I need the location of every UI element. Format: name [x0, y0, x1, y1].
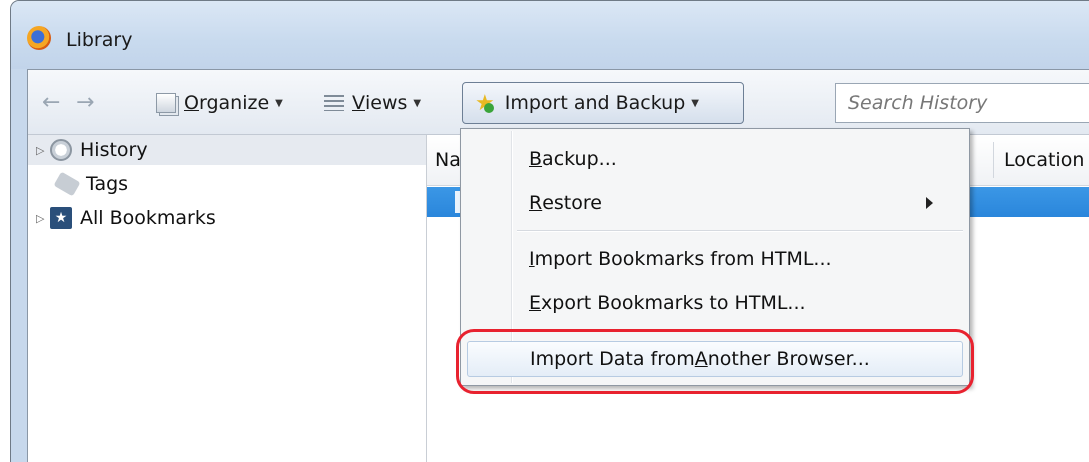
tree-item-label: Tags [86, 173, 129, 195]
import-browser-label: nother Browser... [707, 348, 870, 370]
menu-separator [517, 230, 963, 232]
submenu-arrow-icon [926, 197, 933, 209]
search-history-input[interactable]: Search History [835, 83, 1089, 123]
toolbar: ← → Organize ▼ Views ▼ ★ Import and Back… [28, 70, 1089, 135]
backup-accesskey: B [529, 148, 543, 170]
restore-label: estore [542, 192, 602, 214]
expand-arrow-icon[interactable]: ▷ [36, 144, 50, 157]
tag-icon [53, 171, 81, 197]
column-location[interactable]: Location [993, 142, 1084, 178]
organize-icon [156, 93, 176, 113]
clock-icon [50, 139, 72, 161]
import-html-label: mport Bookmarks from HTML... [534, 248, 832, 270]
organize-button[interactable]: Organize ▼ [156, 88, 283, 118]
import-star-icon: ★ [475, 90, 495, 116]
menu-item-import-html[interactable]: Import Bookmarks from HTML... [529, 241, 949, 277]
title-bar[interactable]: Library [11, 1, 1089, 69]
places-tree: ▷ History Tags ▷ ★ All Bookmarks [28, 135, 427, 462]
back-arrow-icon[interactable]: ← [42, 90, 60, 115]
views-accesskey: V [352, 92, 365, 114]
export-html-label: xport Bookmarks to HTML... [541, 292, 806, 314]
import-browser-label-pre: Import Data from [530, 348, 695, 370]
tree-item-label: All Bookmarks [80, 207, 216, 229]
forward-arrow-icon[interactable]: → [76, 90, 94, 115]
bookmark-star-icon: ★ [50, 207, 72, 229]
views-dropdown-icon: ▼ [413, 97, 422, 109]
expand-arrow-icon[interactable]: ▷ [36, 212, 50, 225]
views-label: iews [365, 92, 408, 114]
menu-item-export-html[interactable]: Export Bookmarks to HTML... [529, 285, 949, 321]
import-browser-accesskey: A [694, 348, 708, 370]
tree-item-history[interactable]: ▷ History [28, 135, 426, 165]
organize-accesskey: O [184, 92, 199, 114]
import-backup-label: mport and Backup [510, 92, 686, 114]
tree-item-label: History [80, 139, 148, 161]
restore-accesskey: R [529, 192, 543, 214]
backup-label: ackup... [542, 148, 617, 170]
firefox-logo-icon [27, 26, 51, 50]
menu-separator [517, 330, 963, 332]
window-title: Library [66, 29, 133, 51]
import-and-backup-button[interactable]: ★ Import and Backup ▼ [462, 82, 744, 124]
organize-dropdown-icon: ▼ [275, 97, 283, 109]
views-list-icon [324, 95, 344, 111]
menu-item-backup[interactable]: Backup... [529, 141, 949, 177]
import-backup-menu: Backup... Restore Import Bookmarks from … [460, 128, 970, 386]
views-button[interactable]: Views ▼ [324, 88, 421, 118]
menu-item-restore[interactable]: Restore [529, 185, 949, 221]
import-backup-dropdown-icon: ▼ [691, 97, 699, 109]
menu-item-import-other-browser[interactable]: Import Data from Another Browser... [467, 341, 963, 377]
organize-label: rganize [198, 92, 270, 114]
column-name[interactable]: Na [435, 149, 461, 171]
export-html-accesskey: E [529, 292, 542, 314]
tree-item-tags[interactable]: Tags [28, 169, 128, 199]
tree-item-all-bookmarks[interactable]: ▷ ★ All Bookmarks [28, 203, 216, 233]
